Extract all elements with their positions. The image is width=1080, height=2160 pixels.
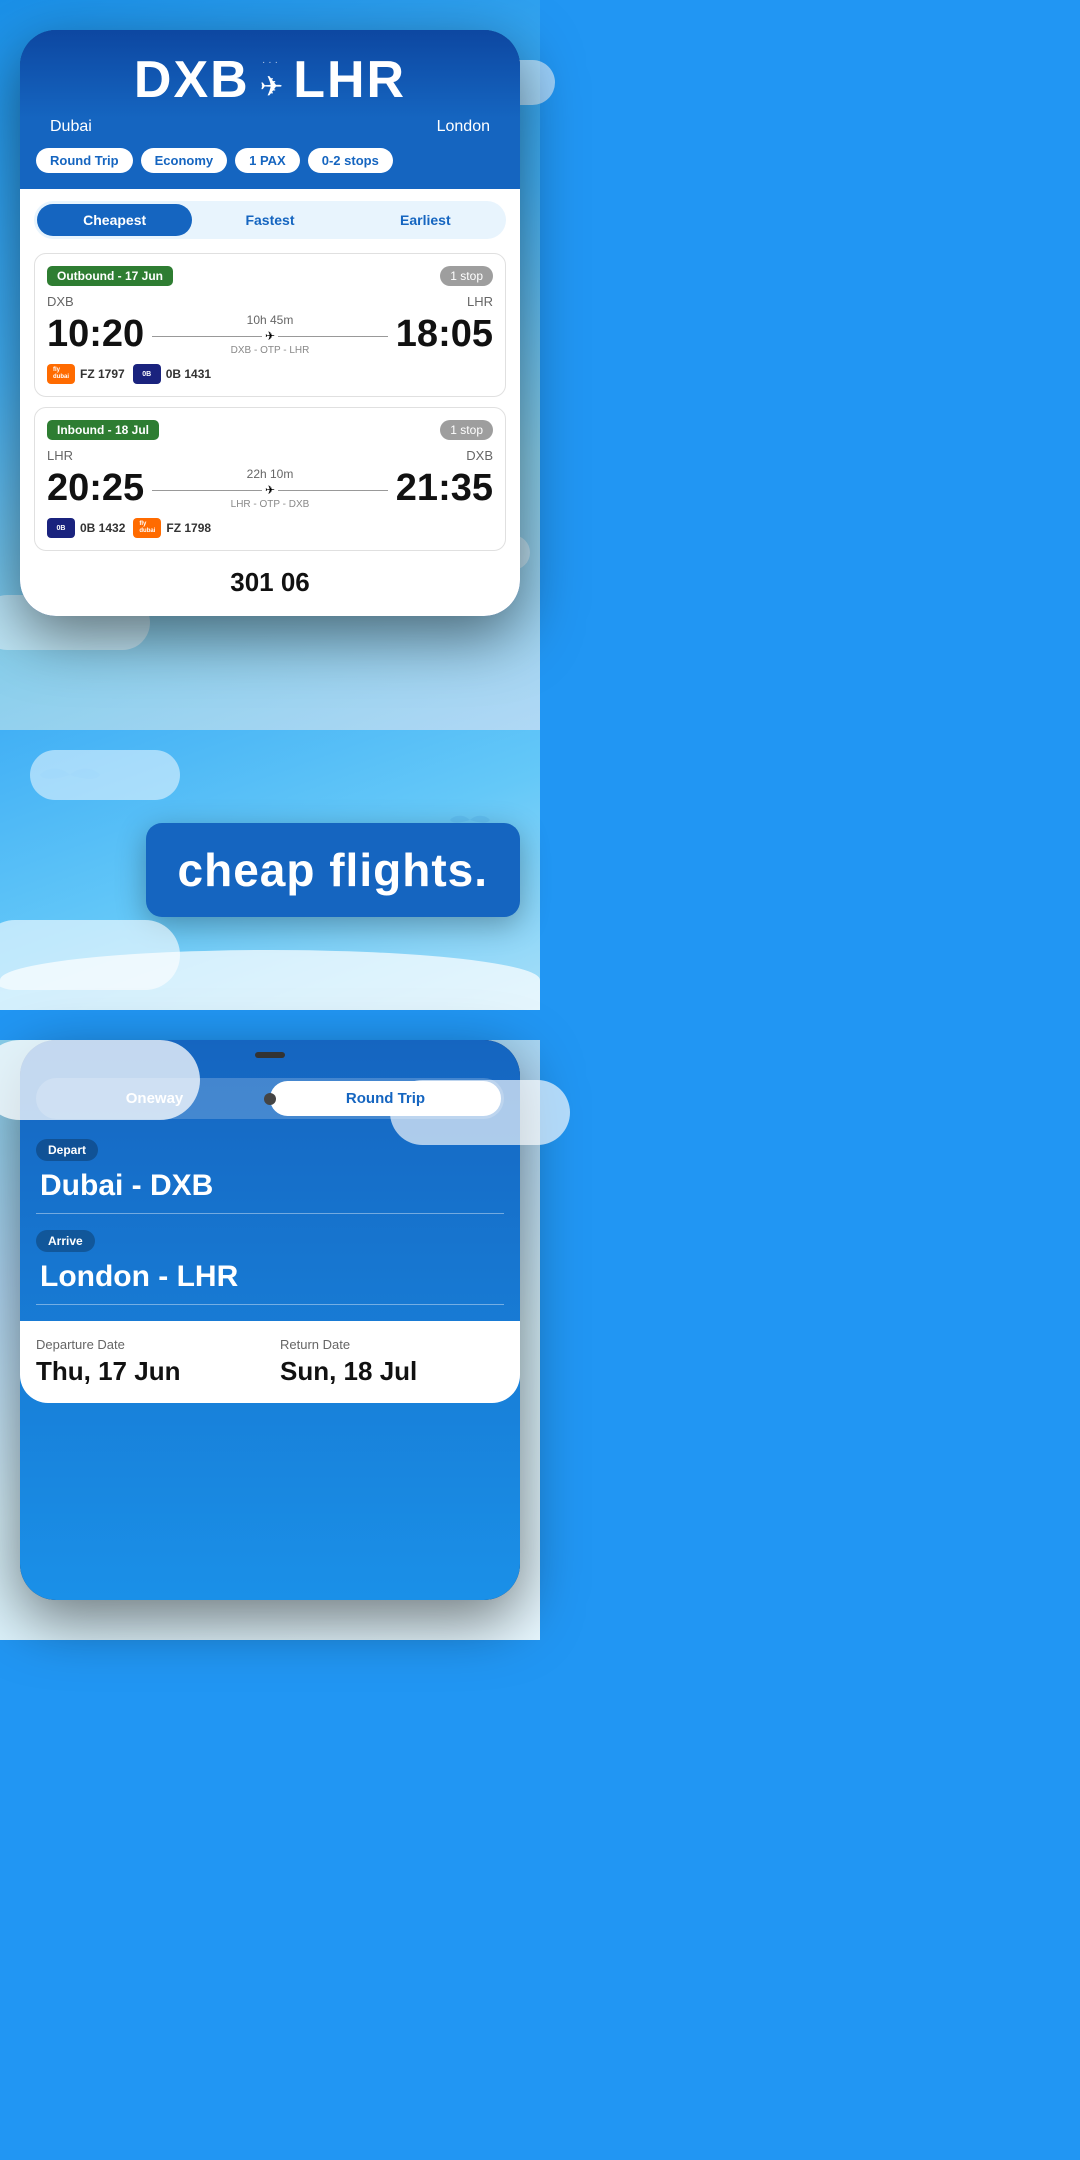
top-section: DXB ··· ✈ LHR Dubai London Round Trip Ec…	[0, 0, 540, 730]
inbound-airline-1: 0B 0B 1432	[47, 518, 125, 538]
outbound-depart-time: 10:20	[47, 313, 144, 356]
airline-badge-fzdubai2: flydubai	[133, 518, 161, 538]
top-phone: DXB ··· ✈ LHR Dubai London Round Trip Ec…	[20, 30, 520, 616]
stops-tag[interactable]: 0-2 stops	[308, 148, 393, 173]
outbound-route-via: DXB - OTP - LHR	[152, 345, 388, 356]
departure-date-label: Departure Date	[36, 1337, 260, 1352]
outbound-duration: 10h 45m	[152, 313, 388, 327]
phone-screen: DXB ··· ✈ LHR Dubai London Round Trip Ec…	[20, 30, 520, 616]
inbound-depart-time: 20:25	[47, 467, 144, 510]
outbound-route-middle: 10h 45m ✈ DXB - OTP - LHR	[144, 313, 396, 356]
inbound-route-codes: LHR DXB	[47, 448, 493, 463]
arrive-label: Arrive	[36, 1230, 95, 1252]
cloud-top-left	[30, 750, 180, 800]
date-row: Departure Date Thu, 17 Jun Return Date S…	[36, 1337, 504, 1387]
outbound-airline-1: flydubai FZ 1797	[47, 364, 125, 384]
inbound-route-line: ✈	[152, 483, 388, 497]
cloud-left	[0, 920, 180, 990]
airline-badge-fzdubai: flydubai	[47, 364, 75, 384]
return-date-label: Return Date	[280, 1337, 504, 1352]
inbound-arrive-time: 21:35	[396, 467, 493, 510]
cabin-tag[interactable]: Economy	[141, 148, 228, 173]
inbound-duration: 22h 10m	[152, 467, 388, 481]
outbound-flight-num-1: FZ 1797	[80, 367, 125, 381]
cheap-flights-box: cheap flights.	[146, 823, 520, 918]
depart-label: Depart	[36, 1139, 98, 1161]
airline-badge-0b: 0B	[133, 364, 161, 384]
outbound-from-code: DXB	[47, 294, 74, 309]
inbound-flight-num-2: FZ 1798	[166, 521, 211, 535]
toggle-roundtrip[interactable]: Round Trip	[270, 1081, 501, 1116]
inbound-airline-2: flydubai FZ 1798	[133, 518, 211, 538]
date-section: Departure Date Thu, 17 Jun Return Date S…	[20, 1321, 520, 1403]
inbound-card[interactable]: Inbound - 18 Jul 1 stop LHR DXB 20:25 22…	[34, 407, 506, 551]
outbound-card[interactable]: Outbound - 17 Jun 1 stop DXB LHR 10:20 1…	[34, 253, 506, 397]
origin-code: DXB	[134, 50, 250, 110]
tab-earliest[interactable]: Earliest	[348, 204, 503, 236]
inbound-from-code: LHR	[47, 448, 73, 463]
tagline-text: cheap flights.	[178, 845, 488, 896]
content-area: Cheapest Fastest Earliest Outbound - 17 …	[20, 189, 520, 616]
inbound-time-row: 20:25 22h 10m ✈ LHR - OTP - DXB 21:35	[47, 467, 493, 510]
middle-section: cheap flights.	[0, 730, 540, 1010]
departure-date-value: Thu, 17 Jun	[36, 1356, 260, 1387]
arrive-field[interactable]: Arrive London - LHR	[36, 1230, 504, 1305]
toggle-dot	[264, 1093, 276, 1105]
origin-name: Dubai	[50, 118, 92, 136]
inbound-route-middle: 22h 10m ✈ LHR - OTP - DXB	[144, 467, 396, 510]
notch	[255, 1052, 285, 1058]
outbound-arrive-time: 18:05	[396, 313, 493, 356]
depart-divider	[36, 1213, 504, 1214]
outbound-header: Outbound - 17 Jun 1 stop	[47, 266, 493, 286]
inbound-route-via: LHR - OTP - DXB	[152, 499, 388, 510]
plane-icon: ··· ✈	[260, 57, 283, 103]
outbound-airline-2: 0B 0B 1431	[133, 364, 211, 384]
return-date-col[interactable]: Return Date Sun, 18 Jul	[280, 1337, 504, 1387]
outbound-to-code: LHR	[467, 294, 493, 309]
trip-toggle: Oneway Round Trip	[36, 1078, 504, 1119]
pax-tag[interactable]: 1 PAX	[235, 148, 300, 173]
bat-icon-2	[450, 810, 490, 835]
dest-name: London	[437, 118, 490, 136]
departure-date-col[interactable]: Departure Date Thu, 17 Jun	[36, 1337, 260, 1387]
trip-type-tag[interactable]: Round Trip	[36, 148, 133, 173]
depart-field[interactable]: Depart Dubai - DXB	[36, 1139, 504, 1214]
bottom-section: Oneway Round Trip Depart Dubai - DXB Arr…	[0, 1040, 540, 1640]
outbound-flight-num-2: 0B 1431	[166, 367, 211, 381]
price-preview: 301 06	[34, 561, 506, 604]
outbound-route-codes: DXB LHR	[47, 294, 493, 309]
airport-names: Dubai London	[20, 118, 520, 148]
depart-value: Dubai - DXB	[36, 1169, 504, 1203]
arrive-value: London - LHR	[36, 1260, 504, 1294]
tab-cheapest[interactable]: Cheapest	[37, 204, 192, 236]
inbound-to-code: DXB	[466, 448, 493, 463]
outbound-badge: Outbound - 17 Jun	[47, 266, 173, 286]
return-date-value: Sun, 18 Jul	[280, 1356, 504, 1387]
outbound-route-line: ✈	[152, 329, 388, 343]
tab-fastest[interactable]: Fastest	[192, 204, 347, 236]
outbound-airlines: flydubai FZ 1797 0B 0B 1431	[47, 364, 493, 384]
arrive-divider	[36, 1304, 504, 1305]
dest-code: LHR	[293, 50, 406, 110]
form-section: Depart Dubai - DXB Arrive London - LHR	[20, 1139, 520, 1305]
inbound-flight-num-1: 0B 1432	[80, 521, 125, 535]
airports-row: DXB ··· ✈ LHR	[20, 30, 520, 118]
inbound-airlines: 0B 0B 1432 flydubai FZ 1798	[47, 518, 493, 538]
toggle-oneway[interactable]: Oneway	[39, 1081, 270, 1116]
airline-badge-0b2: 0B	[47, 518, 75, 538]
outbound-time-row: 10:20 10h 45m ✈ DXB - OTP - LHR 18:05	[47, 313, 493, 356]
inbound-header: Inbound - 18 Jul 1 stop	[47, 420, 493, 440]
filter-tags: Round Trip Economy 1 PAX 0-2 stops	[20, 148, 520, 189]
inbound-stop-badge: 1 stop	[440, 420, 493, 440]
outbound-stop-badge: 1 stop	[440, 266, 493, 286]
sort-tabs: Cheapest Fastest Earliest	[34, 201, 506, 239]
inbound-badge: Inbound - 18 Jul	[47, 420, 159, 440]
